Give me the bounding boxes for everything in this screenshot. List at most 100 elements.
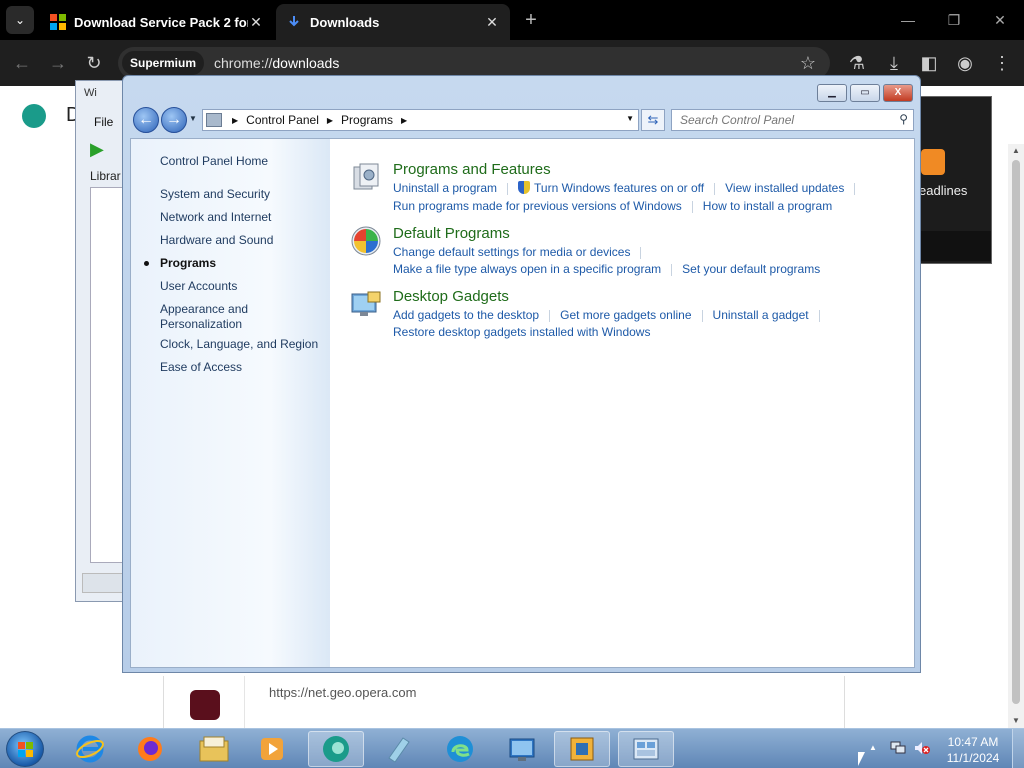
tab-close-icon[interactable]: ✕ (248, 14, 264, 31)
view-updates-link[interactable]: View installed updates (725, 181, 844, 195)
desktop-gadgets-icon (351, 291, 381, 316)
tab-close-icon[interactable]: ✕ (484, 14, 500, 31)
reload-icon[interactable]: ↻ (80, 49, 108, 77)
status-bar (82, 573, 126, 593)
taskbar-clock[interactable]: 10:47 AM 11/1/2024 (940, 734, 1006, 766)
programs-and-features-heading[interactable]: Programs and Features (393, 161, 551, 178)
page-scrollbar[interactable]: ▲ ▼ (1008, 144, 1024, 728)
show-hidden-icons-icon[interactable]: ▲ (869, 743, 877, 752)
search-input[interactable]: Search Control Panel ⚲ (671, 109, 914, 131)
taskbar-firefox[interactable] (122, 731, 178, 767)
download-source-link[interactable]: https://net.geo.opera.com (269, 685, 416, 700)
cp-content: Control Panel Home System and Security N… (130, 138, 915, 668)
tab-downloads[interactable]: Downloads ✕ (276, 4, 510, 40)
refresh-icon[interactable]: ⇆ (641, 109, 665, 131)
breadcrumb-chevron-icon[interactable]: ▶ (232, 116, 238, 125)
taskbar-virtualbox[interactable] (554, 731, 610, 767)
new-tab-button[interactable]: + (520, 8, 542, 32)
sidebar-item-hardware-sound[interactable]: Hardware and Sound (160, 233, 273, 248)
side-panel-icon[interactable]: ◧ (915, 49, 943, 77)
sidebar-item-programs[interactable]: Programs (160, 256, 216, 271)
scroll-up-icon[interactable]: ▲ (1008, 144, 1024, 158)
sidebar-item-ease-of-access[interactable]: Ease of Access (160, 360, 242, 375)
autoplay-settings-link[interactable]: Change default settings for media or dev… (393, 245, 630, 259)
restore-gadgets-link[interactable]: Restore desktop gadgets installed with W… (393, 325, 650, 339)
sidebar-item-appearance[interactable]: Appearance and Personalization (160, 302, 270, 332)
address-dropdown-icon[interactable]: ▼ (626, 114, 634, 123)
windows-features-link[interactable]: Turn Windows features on or off (534, 181, 704, 195)
taskbar-media-player[interactable] (244, 731, 300, 767)
play-icon[interactable]: ▶ (90, 139, 104, 160)
edge-icon (447, 736, 473, 762)
start-button[interactable] (6, 731, 44, 767)
bookmark-star-icon[interactable]: ☆ (794, 49, 822, 77)
cp-minimize-button[interactable]: ▁ (817, 84, 847, 102)
compatibility-link[interactable]: Run programs made for previous versions … (393, 199, 682, 213)
clock-date: 11/1/2024 (946, 751, 1000, 765)
gadget-footer (921, 231, 991, 261)
uninstall-gadget-link[interactable]: Uninstall a gadget (713, 308, 809, 322)
cp-maximize-button[interactable]: ▭ (850, 84, 880, 102)
desktop-gadgets-links-row1: Add gadgets to the desktop Get more gadge… (393, 308, 830, 322)
control-panel-icon (633, 738, 659, 760)
windows-logo-icon (50, 14, 66, 30)
sidebar-item-network-internet[interactable]: Network and Internet (160, 210, 271, 225)
search-icon[interactable]: ⚲ (899, 112, 908, 126)
desktop-gadgets-heading[interactable]: Desktop Gadgets (393, 288, 509, 305)
breadcrumb-chevron-icon[interactable]: ▶ (327, 116, 333, 125)
default-programs-heading[interactable]: Default Programs (393, 225, 510, 242)
forward-arrow-icon[interactable]: → (161, 107, 187, 133)
news-gadget[interactable]: eadlines (919, 96, 992, 264)
menu-kebab-icon[interactable]: ⋮ (988, 49, 1016, 77)
file-menu[interactable]: File (94, 115, 113, 129)
labs-flask-icon[interactable]: ⚗ (843, 49, 871, 77)
browser-chip: Supermium (122, 51, 205, 75)
taskbar-edge[interactable] (432, 731, 488, 767)
back-arrow-icon[interactable]: ← (133, 107, 159, 133)
scroll-thumb[interactable] (1012, 160, 1020, 704)
taskbar-windows-explorer[interactable] (186, 731, 242, 767)
cp-close-button[interactable]: X (883, 84, 913, 102)
firefox-icon (138, 737, 162, 761)
window-minimize-button[interactable]: — (888, 6, 928, 34)
breadcrumb-chevron-icon[interactable]: ▶ (401, 116, 407, 125)
url-text: chrome://downloads (214, 55, 339, 71)
taskbar-glass-app[interactable] (370, 731, 426, 767)
taskbar-remote-desktop[interactable] (494, 731, 550, 767)
sidebar-item-system-security[interactable]: System and Security (160, 187, 270, 202)
show-desktop-button[interactable] (1012, 729, 1024, 768)
set-defaults-link[interactable]: Set your default programs (682, 262, 820, 276)
add-gadgets-link[interactable]: Add gadgets to the desktop (393, 308, 539, 322)
taskbar-supermium[interactable] (308, 731, 364, 767)
scroll-down-icon[interactable]: ▼ (1008, 714, 1024, 728)
control-panel-icon (206, 113, 222, 127)
tab-service-pack[interactable]: Download Service Pack 2 for W ✕ (40, 4, 274, 40)
sidebar-item-user-accounts[interactable]: User Accounts (160, 279, 237, 294)
taskbar-control-panel[interactable] (618, 731, 674, 767)
breadcrumb-programs[interactable]: Programs (341, 113, 393, 127)
cp-address-bar[interactable]: ▶ Control Panel ▶ Programs ▶ ▼ (202, 109, 639, 131)
sidebar-item-clock-language[interactable]: Clock, Language, and Region (160, 337, 318, 352)
taskbar-internet-explorer[interactable] (62, 731, 118, 767)
uninstall-program-link[interactable]: Uninstall a program (393, 181, 497, 195)
chevron-down-icon: ⌄ (14, 13, 26, 27)
download-item[interactable]: https://net.geo.opera.com (163, 676, 845, 728)
get-more-gadgets-link[interactable]: Get more gadgets online (560, 308, 691, 322)
recent-pages-dropdown-icon[interactable]: ▼ (189, 114, 197, 123)
downloads-icon[interactable]: ⤓ (880, 49, 908, 77)
profile-avatar-icon[interactable]: ◉ (951, 49, 979, 77)
sidebar-control-panel-home[interactable]: Control Panel Home (160, 154, 268, 169)
window-close-button[interactable]: ✕ (980, 6, 1020, 34)
back-icon[interactable]: ← (8, 49, 36, 77)
tab-search-button[interactable]: ⌄ (6, 6, 34, 34)
forward-icon[interactable]: → (44, 49, 72, 77)
file-association-link[interactable]: Make a file type always open in a specif… (393, 262, 661, 276)
window-maximize-button[interactable]: ❐ (934, 6, 974, 34)
breadcrumb-control-panel[interactable]: Control Panel (246, 113, 319, 127)
remote-desktop-icon (509, 738, 535, 761)
network-icon[interactable] (890, 741, 906, 755)
supermium-icon (323, 736, 349, 762)
how-to-install-link[interactable]: How to install a program (703, 199, 832, 213)
volume-muted-icon[interactable] (914, 741, 930, 755)
control-panel-window: ▁ ▭ X ← → ▼ ▶ Control Panel ▶ Programs ▶… (122, 75, 921, 673)
